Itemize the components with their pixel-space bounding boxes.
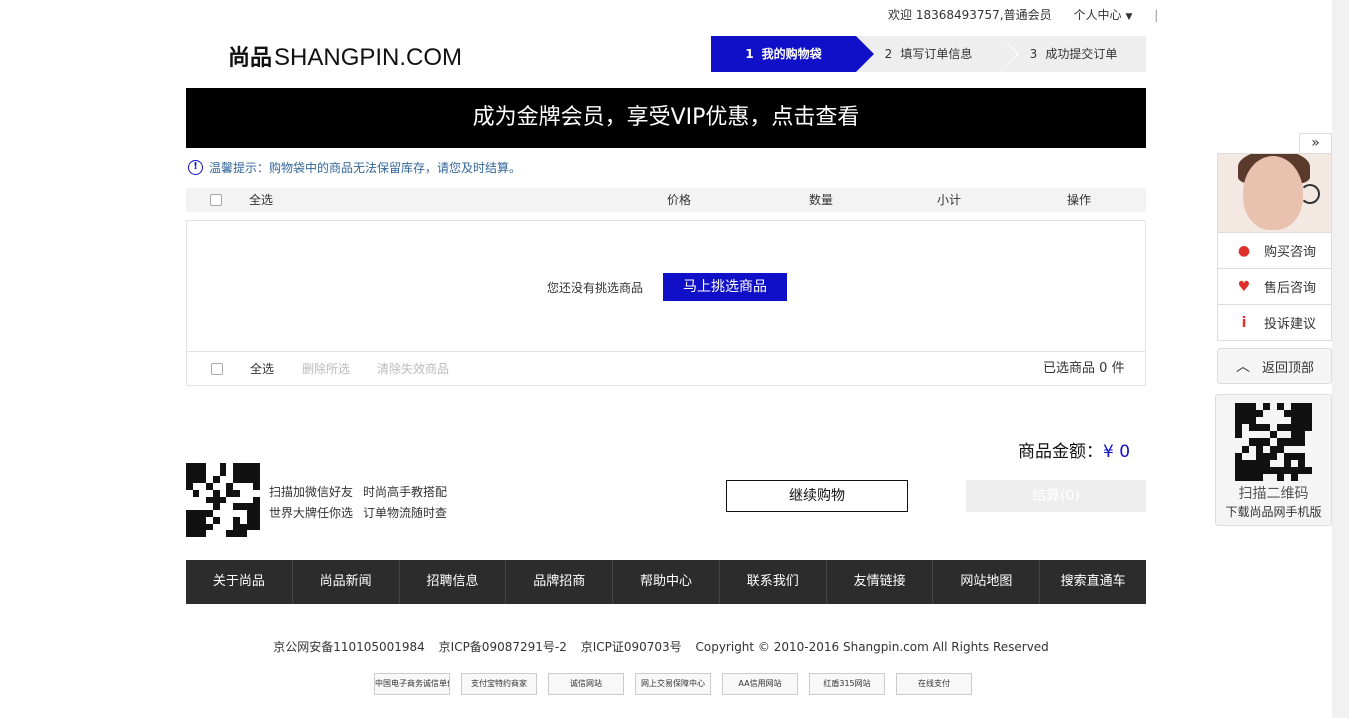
after-sale-consult-button[interactable]: ♥ 售后咨询 (1217, 269, 1332, 305)
badge-unionpay[interactable]: 在线支付 (896, 673, 972, 695)
selected-count: 已选商品 0 件 (1043, 352, 1125, 386)
vip-banner[interactable]: 成为金牌会员，享受VIP优惠，点击查看 (186, 88, 1146, 148)
after-sale-consult-label: 售后咨询 (1264, 281, 1317, 296)
back-to-top-label: 返回顶部 (1262, 360, 1315, 376)
header-subtotal: 小计 (937, 193, 962, 207)
footer-select-all-checkbox[interactable] (211, 363, 223, 375)
step-1: 1 我的购物袋 (711, 36, 874, 72)
footer-link-brand[interactable]: 品牌招商 (506, 560, 614, 604)
header-select-all: 全选 (249, 193, 274, 207)
badge-trade-center[interactable]: 网上交易保障中心 (635, 673, 711, 695)
customer-service-avatar (1217, 153, 1332, 233)
header-action: 操作 (1067, 193, 1092, 207)
footer-link-about[interactable]: 关于尚品 (186, 560, 293, 604)
step-2-label: 填写订单信息 (900, 47, 973, 61)
icp-license[interactable]: 京ICP证090703号 (581, 640, 682, 654)
step-2-number: 2 (884, 47, 893, 61)
side-panel-collapse-button[interactable]: » (1299, 133, 1332, 153)
beian-number[interactable]: 京公网安备110105001984 (273, 640, 425, 654)
complaint-label: 投诉建议 (1264, 317, 1317, 332)
site-logo[interactable]: 尚品SHANGPIN.COM (228, 40, 462, 72)
page-scrollbar[interactable] (1332, 0, 1349, 718)
footer-link-news[interactable]: 尚品新闻 (293, 560, 400, 604)
cart-box: 您还没有挑选商品 马上挑选商品 全选 删除所选 清除失效商品 已选商品 0 件 (186, 220, 1146, 386)
user-icon: ● (1237, 242, 1251, 259)
checkout-steps: 1 我的购物袋 2 填写订单信息 3 成功提交订单 (711, 36, 1146, 72)
personal-center-menu[interactable]: 个人中心 (1073, 8, 1132, 22)
footer-link-search[interactable]: 搜索直通车 (1040, 560, 1146, 604)
badge-315[interactable]: 红盾315网站 (809, 673, 885, 695)
continue-shopping-button[interactable]: 继续购物 (726, 480, 908, 512)
clear-invalid-link[interactable]: 清除失效商品 (377, 352, 449, 386)
selected-unit: 件 (1111, 361, 1125, 376)
amount-label: 商品金额： (1018, 442, 1103, 462)
purchase-consult-label: 购买咨询 (1264, 245, 1317, 260)
promo-line1b: 时尚高手教搭配 (363, 485, 448, 499)
welcome-text: 欢迎 18368493757,普通会员 (888, 8, 1052, 22)
cart-footer: 全选 删除所选 清除失效商品 已选商品 0 件 (187, 351, 1145, 386)
promo-line1a: 扫描加微信好友 (269, 485, 354, 499)
footer-link-help[interactable]: 帮助中心 (613, 560, 720, 604)
badge-alipay[interactable]: 支付宝特约商家 (461, 673, 537, 695)
empty-cart-text: 您还没有挑选商品 (547, 281, 644, 295)
footer-select-all[interactable]: 全选 (250, 352, 274, 386)
wechat-promo: 扫描加微信好友 时尚高手教搭配 世界大牌任你选 订单物流随时查 (269, 482, 457, 524)
app-qr-code (1234, 403, 1313, 481)
logo-cn: 尚品 (228, 45, 273, 70)
shop-now-button[interactable]: 马上挑选商品 (663, 273, 787, 301)
side-service-panel: ● 购买咨询 ♥ 售后咨询 i 投诉建议 (1217, 153, 1332, 341)
complaint-button[interactable]: i 投诉建议 (1217, 305, 1332, 341)
badge-aa-credit[interactable]: AA信用网站 (722, 673, 798, 695)
info-exclaim-icon: i (1241, 314, 1247, 331)
step-3: 3 成功提交订单 (1001, 36, 1146, 72)
topbar-separator: | (1154, 8, 1159, 22)
step-2: 2 填写订单信息 (856, 36, 1019, 72)
badge-credit-site[interactable]: 诚信网站 (548, 673, 624, 695)
wechat-qr-code (186, 463, 260, 537)
qr-line1: 扫描二维码 (1238, 486, 1309, 502)
footer-link-jobs[interactable]: 招聘信息 (400, 560, 507, 604)
footer-link-friends[interactable]: 友情链接 (827, 560, 934, 604)
app-download-qr[interactable]: 扫描二维码 下载尚品网手机版 (1215, 394, 1332, 526)
footer-link-sitemap[interactable]: 网站地图 (933, 560, 1041, 604)
trust-badges: 中国电子商务诚信单位 支付宝特约商家 诚信网站 网上交易保障中心 AA信用网站 … (374, 673, 983, 695)
selected-number: 0 (1099, 361, 1108, 376)
footer-link-contact[interactable]: 联系我们 (720, 560, 827, 604)
header-quantity: 数量 (809, 193, 834, 207)
back-to-top-button[interactable]: ︿ 返回顶部 (1217, 348, 1332, 384)
goods-amount: 商品金额：¥ 0 (1018, 437, 1130, 462)
copyright: 京公网安备110105001984 京ICP备09087291号-2 京ICP证… (0, 638, 1332, 655)
step-3-label: 成功提交订单 (1045, 47, 1118, 61)
step-3-number: 3 (1029, 47, 1038, 61)
step-1-number: 1 (745, 47, 754, 61)
footer-nav: 关于尚品 尚品新闻 招聘信息 品牌招商 帮助中心 联系我们 友情链接 网站地图 … (186, 560, 1146, 604)
logo-en: SHANGPIN.COM (274, 44, 463, 71)
selected-label: 已选商品 (1043, 361, 1096, 376)
qr-line2: 下载尚品网手机版 (1225, 505, 1322, 519)
step-1-label: 我的购物袋 (761, 47, 822, 61)
copyright-text: Copyright © 2010-2016 Shangpin.com All R… (695, 640, 1049, 654)
purchase-consult-button[interactable]: ● 购买咨询 (1217, 233, 1332, 269)
delete-selected-link[interactable]: 删除所选 (302, 352, 350, 386)
info-icon: ! (188, 160, 203, 175)
icp-number[interactable]: 京ICP备09087291号-2 (439, 640, 567, 654)
select-all-checkbox[interactable] (210, 194, 222, 206)
amount-value: ¥ 0 (1103, 442, 1131, 462)
cart-table-header: 全选 价格 数量 小计 操作 (186, 188, 1146, 212)
cart-notice: ! 温馨提示：购物袋中的商品无法保留库存，请您及时结算。 (188, 159, 521, 176)
promo-line2b: 订单物流随时查 (363, 506, 448, 520)
chevron-up-icon: ︿ (1236, 359, 1250, 375)
checkout-button[interactable]: 结算(0) (966, 480, 1146, 512)
notice-text: 温馨提示：购物袋中的商品无法保留库存，请您及时结算。 (209, 161, 522, 175)
header-price: 价格 (667, 193, 692, 207)
promo-line2a: 世界大牌任你选 (269, 506, 354, 520)
heart-chat-icon: ♥ (1237, 278, 1251, 295)
badge-ec-trust[interactable]: 中国电子商务诚信单位 (374, 673, 450, 695)
top-user-bar: 欢迎 18368493757,普通会员 个人中心 | (888, 6, 1176, 23)
